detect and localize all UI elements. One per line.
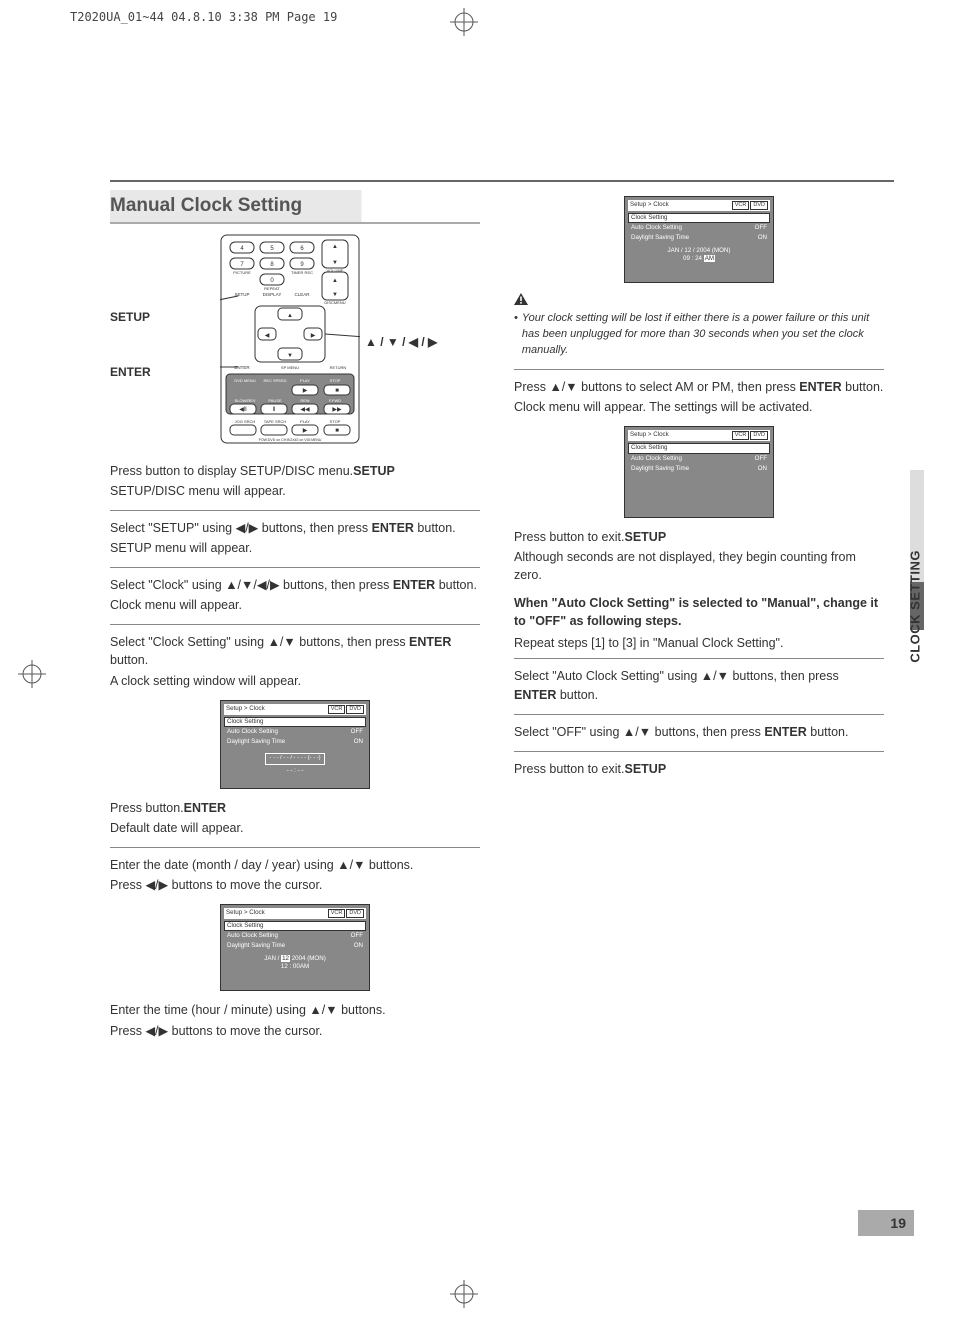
label-arrows: ▲ / ▼ / ◀ / ▶ bbox=[365, 334, 437, 351]
svg-text:▼: ▼ bbox=[332, 260, 338, 266]
svg-text:▼: ▼ bbox=[287, 353, 293, 359]
svg-text:Ⅱ: Ⅱ bbox=[273, 407, 276, 413]
svg-text:TIMER REC: TIMER REC bbox=[291, 270, 313, 275]
side-tab: CLOCK SETTING bbox=[900, 470, 924, 630]
divider bbox=[110, 510, 480, 511]
svg-text:▼: ▼ bbox=[332, 292, 338, 298]
remote-diagram: SETUP ENTER ▲ / ▼ / ◀ / ▶ 4 5 6 ▲▼ 7 8 9 bbox=[110, 234, 480, 454]
divider bbox=[514, 751, 884, 752]
svg-text:REPEAT: REPEAT bbox=[264, 286, 280, 291]
svg-text:◀: ◀ bbox=[265, 333, 270, 339]
svg-text:RETURN: RETURN bbox=[330, 365, 347, 370]
svg-text:▲: ▲ bbox=[287, 313, 293, 319]
instruction-step: Select "Clock Setting" using ▲/▼ buttons… bbox=[110, 633, 480, 689]
divider bbox=[110, 624, 480, 625]
svg-text:PAUSE: PAUSE bbox=[268, 398, 282, 403]
svg-text:▲: ▲ bbox=[332, 278, 338, 284]
svg-text:PLAY: PLAY bbox=[300, 378, 310, 383]
instruction-step: Enter the time (hour / minute) using ▲/▼… bbox=[110, 1001, 480, 1039]
instruction-step: Select "Auto Clock Setting" using ▲/▼ bu… bbox=[514, 667, 884, 703]
label-setup: SETUP bbox=[110, 309, 150, 326]
warning-icon bbox=[514, 293, 528, 305]
svg-text:▶: ▶ bbox=[303, 388, 308, 394]
svg-text:DVD MENU: DVD MENU bbox=[234, 378, 255, 383]
top-rule bbox=[110, 180, 894, 182]
instruction-step: Select "OFF" using ▲/▼ buttons, then pre… bbox=[514, 723, 884, 741]
osd-clock-date: Setup > ClockVCRDVD Clock Setting Auto C… bbox=[220, 904, 370, 991]
svg-text:STOP: STOP bbox=[330, 419, 341, 424]
svg-text:PICTURE: PICTURE bbox=[233, 270, 251, 275]
divider bbox=[110, 847, 480, 848]
svg-text:REW: REW bbox=[300, 398, 310, 403]
page-number: 19 bbox=[858, 1210, 914, 1236]
instruction-step: Enter the date (month / day / year) usin… bbox=[110, 856, 480, 894]
left-column: Manual Clock Setting SETUP ENTER ▲ / ▼ /… bbox=[110, 190, 480, 1050]
instruction-step: Press ▲/▼ buttons to select AM or PM, th… bbox=[514, 378, 884, 416]
registration-mark-left bbox=[18, 660, 46, 688]
osd-clock-time: Setup > ClockVCRDVD Clock Setting Auto C… bbox=[624, 196, 774, 283]
sub-lead: Repeat steps [1] to [3] in "Manual Clock… bbox=[514, 634, 884, 652]
svg-text:▶: ▶ bbox=[303, 428, 308, 434]
svg-text:▶▶: ▶▶ bbox=[332, 407, 342, 413]
svg-text:F.FWD: F.FWD bbox=[329, 398, 341, 403]
label-enter: ENTER bbox=[110, 364, 151, 381]
svg-text:VOLUME: VOLUME bbox=[327, 268, 344, 273]
section-heading: Manual Clock Setting bbox=[110, 190, 480, 224]
svg-text:POW:DVD on CH:BOX#2 on VID:M: POW:DVD on CH:BOX#2 on VID:MENU bbox=[259, 438, 322, 442]
svg-text:SP MENU: SP MENU bbox=[281, 365, 299, 370]
svg-text:JOG SRCH: JOG SRCH bbox=[235, 419, 256, 424]
svg-text:DISCMENU: DISCMENU bbox=[324, 300, 345, 305]
svg-text:DISPLAY: DISPLAY bbox=[263, 292, 282, 297]
remote-control-icon: 4 5 6 ▲▼ 7 8 9 0 ▲▼ PICTURE REPEAT bbox=[220, 234, 360, 444]
instruction-step: Press button to display SETUP/DISC menu.… bbox=[110, 462, 480, 500]
svg-text:REC SPEED: REC SPEED bbox=[263, 378, 286, 383]
warning-note: •Your clock setting will be lost if eith… bbox=[514, 293, 884, 359]
svg-text:▶: ▶ bbox=[311, 333, 316, 339]
osd-clock-menu: Setup > ClockVCRDVD Clock Setting Auto C… bbox=[624, 426, 774, 517]
svg-text:▲: ▲ bbox=[332, 244, 338, 250]
svg-text:TAPE SRCH: TAPE SRCH bbox=[264, 419, 287, 424]
instruction-step: Press button to exit.SETUP bbox=[514, 760, 884, 778]
svg-text:PLAY: PLAY bbox=[300, 419, 310, 424]
registration-mark-bottom bbox=[450, 1280, 478, 1308]
page-content: Manual Clock Setting SETUP ENTER ▲ / ▼ /… bbox=[110, 190, 900, 1050]
registration-mark-top bbox=[450, 8, 478, 36]
svg-text:◀Ⅱ: ◀Ⅱ bbox=[239, 407, 247, 413]
instruction-step: Select "SETUP" using ◀/▶ buttons, then p… bbox=[110, 519, 480, 557]
right-column: Setup > ClockVCRDVD Clock Setting Auto C… bbox=[514, 190, 884, 1050]
svg-text:◀◀: ◀◀ bbox=[300, 407, 310, 413]
sub-heading: When "Auto Clock Setting" is selected to… bbox=[514, 594, 884, 630]
instruction-step: Select "Clock" using ▲/▼/◀/▶ buttons, th… bbox=[110, 576, 480, 614]
divider bbox=[110, 567, 480, 568]
svg-text:SLOW/REV: SLOW/REV bbox=[234, 398, 255, 403]
pdf-crop-info: T2020UA_01~44 04.8.10 3:38 PM Page 19 bbox=[70, 10, 337, 24]
osd-clock-blank: Setup > ClockVCRDVD Clock Setting Auto C… bbox=[220, 700, 370, 789]
svg-text:CLEAR: CLEAR bbox=[294, 292, 310, 297]
svg-text:STOP: STOP bbox=[330, 378, 341, 383]
instruction-step: Press button.ENTERDefault date will appe… bbox=[110, 799, 480, 837]
svg-text:■: ■ bbox=[335, 428, 339, 434]
instruction-step: Press button to exit.SETUPAlthough secon… bbox=[514, 528, 884, 584]
svg-text:■: ■ bbox=[335, 388, 339, 394]
divider bbox=[514, 714, 884, 715]
